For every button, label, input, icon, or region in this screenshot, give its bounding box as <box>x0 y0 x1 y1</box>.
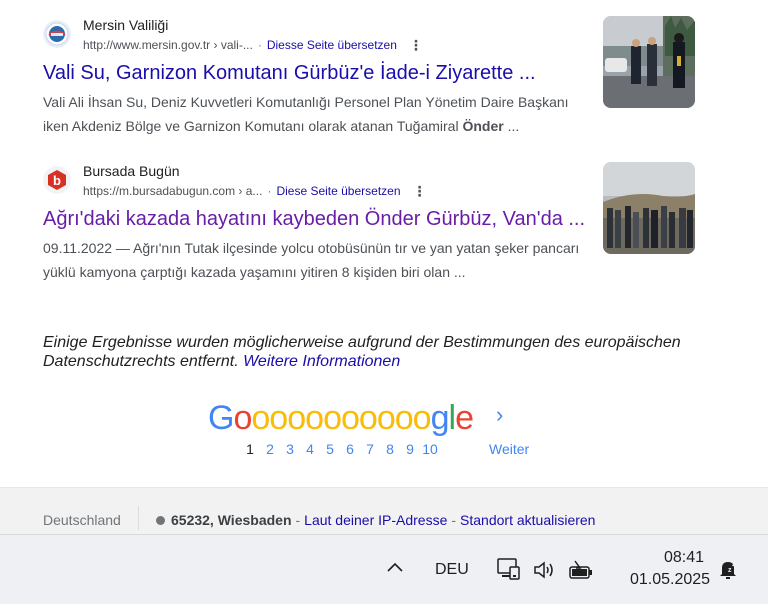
result-snippet: Vali Ali İhsan Su, Deniz Kuvvetleri Komu… <box>43 90 603 138</box>
result-title-link[interactable]: Ağrı'daki kazada hayatını kaybeden Önder… <box>43 206 603 232</box>
translate-link[interactable]: Diese Seite übersetzen <box>276 184 400 198</box>
location-value: 65232, Wiesbaden <box>171 512 292 528</box>
separator-dash: - <box>451 512 457 528</box>
notification-bell-icon[interactable]: z z <box>717 557 739 581</box>
network-icon[interactable] <box>496 557 522 581</box>
page-numbers: 1 2 3 4 5 6 7 8 9 10 <box>240 441 440 457</box>
snippet-line: Vali Ali İhsan Su, Deniz Kuvvetleri Komu… <box>43 94 569 110</box>
footer: Deutschland 65232, Wiesbaden - Laut dein… <box>0 487 768 534</box>
result-snippet: 09.11.2022 — Ağrı'nın Tutak ilçesinde yo… <box>43 236 603 284</box>
more-options-icon[interactable]: ⋮ <box>409 38 423 52</box>
snippet-line: 09.11.2022 — Ağrı'nın Tutak ilçesinde yo… <box>43 240 580 256</box>
battery-icon[interactable] <box>568 559 594 581</box>
logo-letter: e <box>455 399 474 437</box>
page-number-link[interactable]: 6 <box>340 441 360 457</box>
clock-time: 08:41 <box>663 549 704 566</box>
logo-letter: o <box>233 399 252 437</box>
site-url[interactable]: http://www.mersin.gov.tr › vali-... <box>83 38 253 52</box>
snippet-line: iken Akdeniz Bölge ve Garnizon Komutanı … <box>43 114 603 138</box>
result-title-link[interactable]: Vali Su, Garnizon Komutanı Gürbüz'e İade… <box>43 60 603 86</box>
search-result: b Bursada Bugün https://m.bursadabugun.c… <box>43 162 603 284</box>
site-url-line: https://m.bursadabugun.com › a... · Dies… <box>83 184 427 198</box>
search-result: Mersin Valiliği http://www.mersin.gov.tr… <box>43 16 603 138</box>
update-location-link[interactable]: Standort aktualisieren <box>460 512 595 528</box>
page-number-link: 1 <box>246 441 254 457</box>
search-results-page: Mersin Valiliği http://www.mersin.gov.tr… <box>0 0 768 604</box>
chevron-right-icon[interactable]: › <box>496 402 503 428</box>
logo-letter: G <box>208 399 234 437</box>
logo-letter: o <box>287 399 306 437</box>
footer-divider <box>138 506 139 530</box>
site-url[interactable]: https://m.bursadabugun.com › a... <box>83 184 262 198</box>
svg-text:z: z <box>728 567 732 574</box>
logo-letter: o <box>305 399 324 437</box>
page-number-link[interactable]: 2 <box>260 441 280 457</box>
logo-letter: o <box>412 399 432 437</box>
chevron-up-icon[interactable] <box>384 557 406 579</box>
footer-country: Deutschland <box>43 512 121 528</box>
snippet-line: yüklü kamyona çarptığı kazada yaşamını y… <box>43 264 466 280</box>
bursada-favicon-icon: b <box>43 166 71 194</box>
clock-date: 01.05.2025 <box>630 571 711 588</box>
pagination-logo: Gooooooooooogle <box>208 398 474 438</box>
snippet-text: ... <box>503 118 520 134</box>
taskbar: DEU 08:41 01.05.2025 z z <box>0 534 768 604</box>
site-name[interactable]: Mersin Valiliği <box>83 17 168 33</box>
more-info-link[interactable]: Weitere Informationen <box>243 353 400 370</box>
page-number-link[interactable]: 5 <box>320 441 340 457</box>
separator-dot: · <box>267 184 272 198</box>
logo-letter: g <box>430 399 450 437</box>
logo-letter: o <box>340 399 360 437</box>
snippet-text: iken Akdeniz Bölge ve Garnizon Komutanı … <box>43 118 463 134</box>
page-number-link[interactable]: 9 <box>400 441 420 457</box>
logo-letter: o <box>323 399 342 437</box>
logo-letter: o <box>394 399 414 437</box>
snippet-highlight: Önder <box>462 118 504 134</box>
mersin-favicon-icon <box>43 20 71 48</box>
logo-letter: o <box>269 399 288 437</box>
logo-letter: o <box>251 399 270 437</box>
result-thumbnail[interactable] <box>603 162 695 254</box>
result-source: Mersin Valiliği http://www.mersin.gov.tr… <box>43 16 603 56</box>
footer-location: 65232, Wiesbaden - Laut deiner IP-Adress… <box>156 512 595 528</box>
translate-link[interactable]: Diesse Seite übersetzen <box>267 38 397 52</box>
result-thumbnail[interactable] <box>603 16 695 108</box>
input-language[interactable]: DEU <box>435 561 469 579</box>
volume-icon[interactable] <box>532 559 556 581</box>
clock[interactable]: 08:41 01.05.2025 <box>630 547 711 591</box>
svg-text:z: z <box>732 559 736 568</box>
logo-letter: o <box>376 399 396 437</box>
result-source: b Bursada Bugün https://m.bursadabugun.c… <box>43 162 603 202</box>
page-number-link[interactable]: 7 <box>360 441 380 457</box>
page-number-link[interactable]: 8 <box>380 441 400 457</box>
page-number-link[interactable]: 4 <box>300 441 320 457</box>
page-number-link[interactable]: 3 <box>280 441 300 457</box>
separator-dot: · <box>257 38 262 52</box>
site-name[interactable]: Bursada Bugün <box>83 163 180 179</box>
separator-dash: - <box>295 512 301 528</box>
logo-letter: o <box>358 399 378 437</box>
privacy-notice: Einige Ergebnisse wurden möglicherweise … <box>43 333 723 371</box>
more-options-icon[interactable]: ⋮ <box>413 184 427 198</box>
svg-text:b: b <box>53 173 61 188</box>
site-url-line: http://www.mersin.gov.tr › vali-... · Di… <box>83 38 423 52</box>
ip-address-link[interactable]: Laut deiner IP-Adresse <box>304 512 447 528</box>
next-page-link[interactable]: Weiter <box>489 441 529 457</box>
location-dot-icon <box>156 515 165 525</box>
page-number-link[interactable]: 10 <box>420 441 440 457</box>
